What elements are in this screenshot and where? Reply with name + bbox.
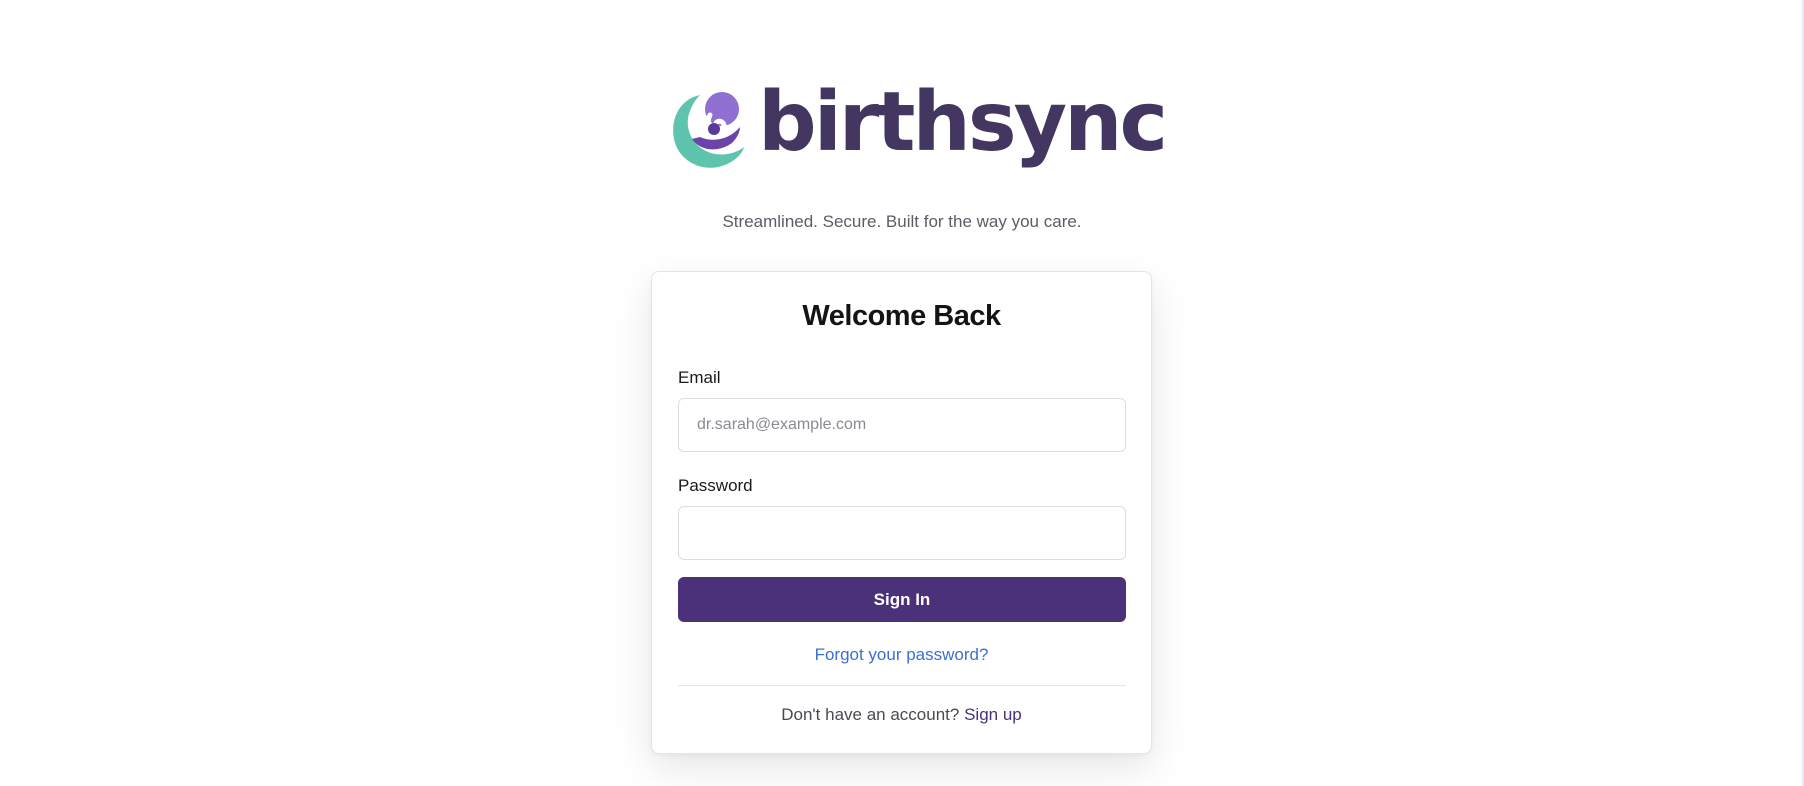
email-label: Email: [678, 368, 721, 387]
login-page: birthsync Streamlined. Secure. Built for…: [0, 0, 1804, 786]
card-title: Welcome Back: [802, 300, 1001, 332]
password-input[interactable]: [678, 506, 1126, 560]
email-input[interactable]: [678, 398, 1126, 452]
password-label: Password: [678, 476, 753, 495]
sign-in-button[interactable]: Sign In: [678, 577, 1126, 622]
forgot-password-link[interactable]: Forgot your password?: [652, 645, 1151, 665]
signup-prompt: Don't have an account?: [781, 705, 960, 724]
sign-up-link[interactable]: Sign up: [964, 705, 1022, 724]
mother-and-baby-icon: [673, 92, 744, 168]
brand-logo: birthsync: [670, 80, 1168, 180]
divider: [678, 685, 1126, 686]
brand-wordmark: birthsync: [758, 75, 1168, 170]
signup-row: Don't have an account? Sign up: [652, 705, 1151, 725]
tagline: Streamlined. Secure. Built for the way y…: [722, 212, 1082, 231]
login-card: Welcome Back Email Password Sign In Forg…: [651, 271, 1152, 754]
